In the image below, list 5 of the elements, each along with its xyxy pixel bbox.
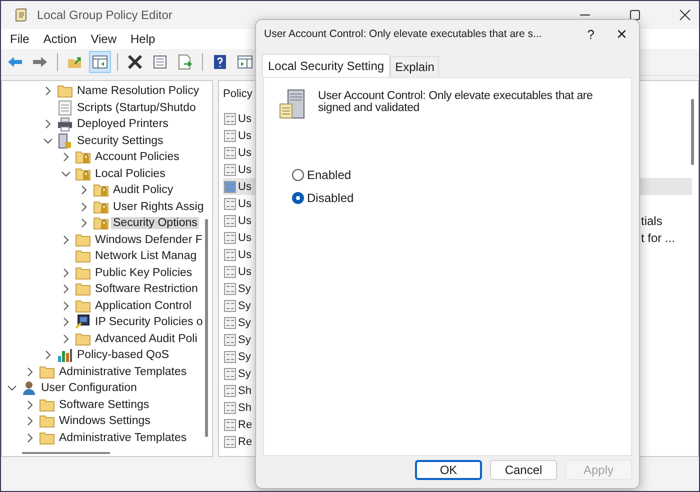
policy-name: tials <box>641 214 662 228</box>
window-title: Local Group Policy Editor <box>37 8 172 22</box>
dialog-title: User Account Control: Only elevate executables that are s... <box>264 28 542 40</box>
policy-description: User Account Control: Only elevate executables that are signed and validated <box>318 90 594 116</box>
policy-name: t for ... <box>641 230 676 244</box>
